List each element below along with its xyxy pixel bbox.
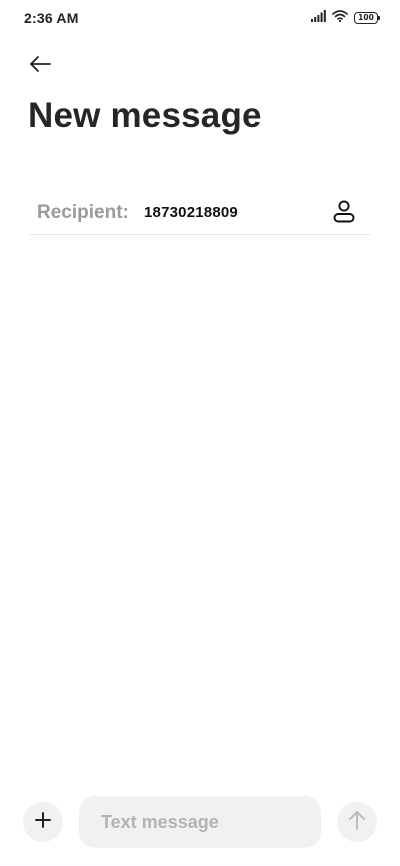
back-button[interactable] bbox=[22, 50, 58, 82]
send-button[interactable] bbox=[337, 802, 377, 842]
battery-icon: 100 bbox=[354, 12, 380, 24]
signal-icon bbox=[311, 9, 326, 27]
arrow-up-icon bbox=[348, 810, 366, 835]
message-input[interactable] bbox=[79, 796, 321, 848]
battery-level: 100 bbox=[358, 13, 374, 23]
status-time: 2:36 AM bbox=[24, 10, 79, 26]
recipient-field[interactable]: Recipient: 18730218809 bbox=[30, 192, 371, 235]
wifi-icon bbox=[332, 9, 348, 27]
plus-icon bbox=[35, 811, 51, 833]
arrow-left-icon bbox=[28, 55, 52, 78]
person-icon bbox=[332, 199, 356, 228]
page-title: New message bbox=[28, 96, 262, 135]
contact-picker-button[interactable] bbox=[331, 199, 357, 228]
recipient-label: Recipient: bbox=[37, 202, 129, 223]
recipient-number[interactable]: 18730218809 bbox=[144, 204, 238, 221]
status-bar: 2:36 AM 100 bbox=[0, 0, 400, 38]
add-attachment-button[interactable] bbox=[23, 802, 63, 842]
status-icons: 100 bbox=[311, 9, 380, 27]
